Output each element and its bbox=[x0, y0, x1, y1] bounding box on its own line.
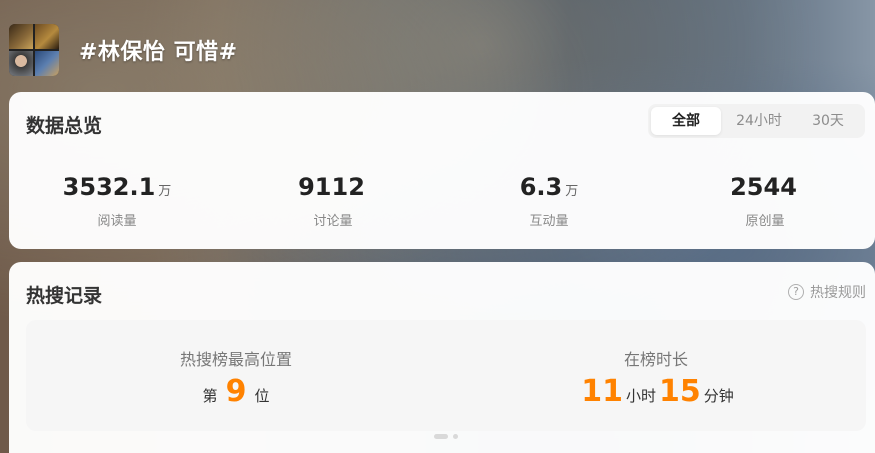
minutes-unit: 分钟 bbox=[703, 387, 734, 405]
avatar-tile bbox=[9, 51, 33, 76]
help-circle-icon: ? bbox=[788, 284, 804, 300]
stat-label: 阅读量 bbox=[97, 214, 137, 229]
duration-value: 11 小时 15 分钟 bbox=[446, 374, 866, 410]
hot-search-rules-link[interactable]: ? 热搜规则 bbox=[788, 282, 866, 302]
time-on-list: 在榜时长 11 小时 15 分钟 bbox=[446, 320, 866, 431]
stat-originals: 2544 原创量 bbox=[657, 172, 873, 229]
stat-label: 原创量 bbox=[745, 214, 785, 229]
stat-number: 2544 bbox=[730, 173, 797, 201]
avatar-tile bbox=[35, 24, 59, 49]
hours-unit: 小时 bbox=[625, 387, 656, 405]
overview-card: 数据总览 全部 24小时 30天 3532.1 万 阅读量 9112 讨论量 6.… bbox=[9, 92, 875, 249]
peak-rank: 9 bbox=[225, 374, 247, 409]
topic-title: #林保怡 可惜# bbox=[79, 40, 238, 65]
topic-avatar[interactable] bbox=[9, 24, 59, 76]
tab-all[interactable]: 全部 bbox=[651, 107, 721, 135]
topic-header: #林保怡 可惜# bbox=[0, 0, 875, 92]
duration-label: 在榜时长 bbox=[623, 350, 688, 369]
avatar-tile bbox=[35, 51, 59, 76]
tab-30d[interactable]: 30天 bbox=[797, 107, 859, 135]
hot-search-title: 热搜记录 bbox=[26, 285, 103, 307]
stat-discussions: 9112 讨论量 bbox=[225, 172, 441, 229]
indicator-dot bbox=[453, 434, 458, 439]
stat-value: 6.3 万 bbox=[441, 172, 657, 207]
peak-suffix: 位 bbox=[254, 387, 270, 405]
avatar-tile bbox=[9, 24, 33, 49]
peak-value: 第 9 位 bbox=[26, 374, 446, 410]
stat-value: 3532.1 万 bbox=[9, 172, 225, 207]
duration-hours: 11 bbox=[581, 374, 623, 409]
stat-number: 6.3 bbox=[519, 173, 563, 201]
stat-unit: 万 bbox=[565, 184, 579, 199]
stat-unit: 万 bbox=[158, 184, 172, 199]
time-range-tabs: 全部 24小时 30天 bbox=[648, 104, 865, 138]
stat-label: 讨论量 bbox=[313, 214, 353, 229]
tab-24h[interactable]: 24小时 bbox=[721, 107, 797, 135]
stat-reads: 3532.1 万 阅读量 bbox=[9, 172, 225, 229]
indicator-active bbox=[434, 434, 448, 439]
peak-position: 热搜榜最高位置 第 9 位 bbox=[26, 320, 446, 431]
rules-label: 热搜规则 bbox=[810, 285, 866, 301]
stat-number: 3532.1 bbox=[62, 173, 156, 201]
hot-search-card: 热搜记录 ? 热搜规则 热搜榜最高位置 第 9 位 在榜时长 11 小时 15 … bbox=[9, 262, 875, 453]
stats-row: 3532.1 万 阅读量 9112 讨论量 6.3 万 互动量 2544 原创量 bbox=[9, 172, 875, 232]
stat-value: 9112 bbox=[225, 172, 441, 207]
stat-number: 9112 bbox=[298, 173, 365, 201]
carousel-indicator[interactable] bbox=[434, 434, 458, 439]
stat-value: 2544 bbox=[657, 172, 873, 207]
stat-interactions: 6.3 万 互动量 bbox=[441, 172, 657, 229]
hot-search-panel: 热搜榜最高位置 第 9 位 在榜时长 11 小时 15 分钟 bbox=[26, 320, 866, 431]
peak-label: 热搜榜最高位置 bbox=[179, 350, 292, 369]
peak-prefix: 第 bbox=[202, 387, 218, 405]
overview-title: 数据总览 bbox=[26, 115, 103, 137]
stat-label: 互动量 bbox=[529, 214, 569, 229]
duration-minutes: 15 bbox=[659, 374, 701, 409]
